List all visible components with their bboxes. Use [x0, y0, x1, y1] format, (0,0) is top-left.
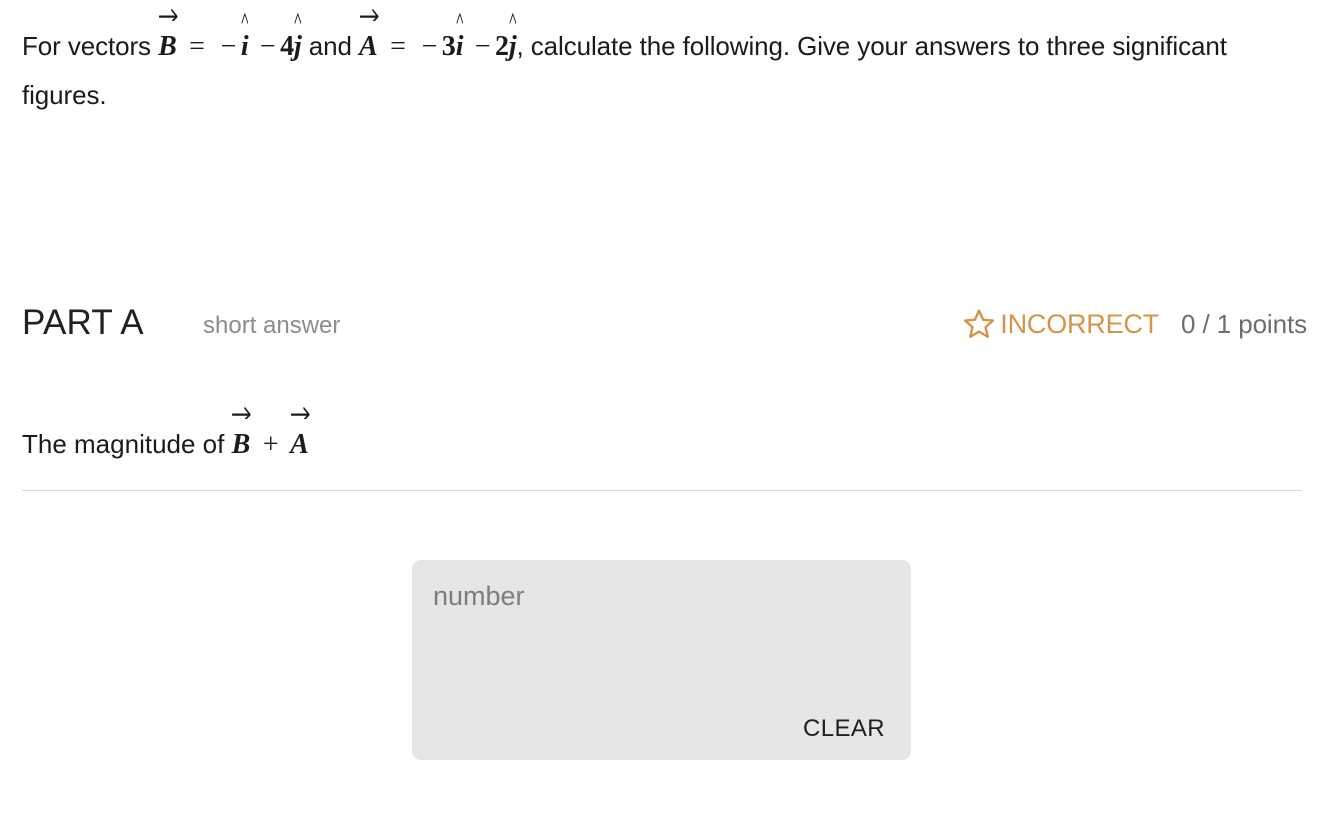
- vector-a-equals: =: [390, 31, 406, 62]
- unit-vector-i: i: [456, 12, 463, 71]
- answer-number-input[interactable]: [433, 576, 873, 616]
- prompt-text: The magnitude of: [22, 429, 225, 459]
- clear-button[interactable]: CLEAR: [799, 712, 889, 746]
- unit-vector-j: j: [509, 12, 517, 71]
- prompt-vector-b: B: [232, 407, 252, 469]
- unit-vector-j: j: [294, 12, 302, 71]
- stem-intro-text: For vectors: [22, 31, 151, 61]
- star-outline-icon: [964, 309, 995, 338]
- vector-b-equals: =: [189, 31, 205, 62]
- prompt-operator: +: [262, 429, 279, 460]
- prompt-math-expression: B + A: [232, 407, 310, 469]
- part-status-group: INCORRECT 0 / 1 points: [962, 302, 1307, 346]
- vector-b-term2-coefficient: 4: [280, 31, 294, 62]
- vector-arrow-icon: [232, 407, 251, 420]
- vector-a-term1-coefficient: 3: [441, 31, 456, 62]
- hat-accent-icon: [294, 12, 302, 24]
- points-label: 0 / 1 points: [1181, 309, 1307, 339]
- stem-conjunction: and: [308, 31, 352, 61]
- vector-a-equation: A = −3i −2j: [359, 9, 517, 71]
- status-badge: INCORRECT: [1000, 309, 1159, 339]
- vector-arrow-icon: [158, 9, 178, 22]
- hat-accent-icon: [509, 12, 516, 24]
- part-title: PART A: [22, 303, 144, 342]
- question-stem: For vectors B = − i −4j and A = −3i −2j ,…: [22, 9, 1307, 119]
- vector-b-equation: B = − i −4j: [158, 9, 302, 71]
- vector-arrow-icon: [290, 407, 310, 420]
- part-prompt: The magnitude of B + A: [22, 407, 310, 469]
- vector-b-term2-sign: −: [259, 31, 276, 62]
- part-header-row: PART A short answer INCORRECT 0 / 1 poin…: [22, 300, 1307, 358]
- stem-comma: ,: [516, 31, 524, 61]
- stem-instruction: calculate the following. Give your answe…: [530, 31, 1011, 61]
- vector-b-symbol: B: [158, 9, 178, 71]
- hat-accent-icon: [241, 12, 248, 24]
- vector-arrow-icon: [359, 9, 379, 22]
- vector-a-term2-coefficient: 2: [494, 31, 509, 62]
- vector-a-symbol: A: [359, 9, 379, 71]
- part-type-label: short answer: [203, 312, 341, 339]
- vector-a-term2-sign: −: [474, 31, 491, 62]
- hat-accent-icon: [456, 12, 463, 24]
- prompt-vector-a: A: [290, 407, 310, 469]
- answer-input-box[interactable]: CLEAR: [412, 560, 911, 760]
- vector-a-term1-sign: −: [421, 31, 438, 62]
- unit-vector-i: i: [241, 12, 249, 71]
- vector-b-term1-sign: −: [220, 31, 237, 62]
- section-divider: [22, 490, 1302, 491]
